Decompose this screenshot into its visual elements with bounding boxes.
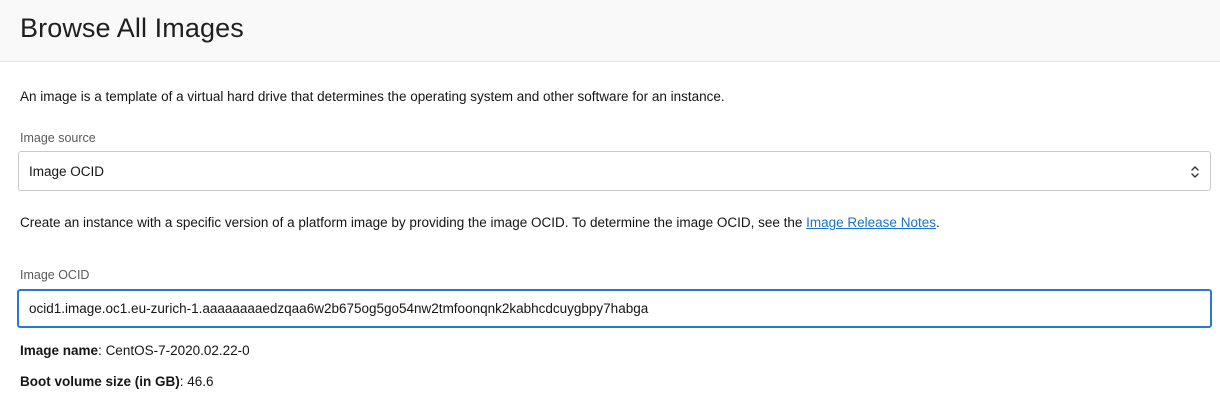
image-source-select[interactable]: Image OCID	[18, 151, 1211, 191]
image-release-notes-link[interactable]: Image Release Notes	[806, 215, 936, 230]
panel-header: Browse All Images	[0, 0, 1220, 62]
ocid-help-text: Create an instance with a specific versi…	[20, 215, 940, 230]
boot-volume-label: Boot volume size (in GB)	[20, 374, 180, 389]
boot-volume-value: 46.6	[187, 374, 214, 389]
ocid-help-text-body: Create an instance with a specific versi…	[20, 215, 807, 230]
page-title: Browse All Images	[20, 13, 244, 43]
image-name-row: Image name: CentOS-7-2020.02.22-0	[20, 343, 250, 358]
page-description: An image is a template of a virtual hard…	[20, 89, 725, 104]
image-ocid-label: Image OCID	[20, 268, 90, 282]
image-source-selected-value: Image OCID	[29, 163, 105, 179]
image-name-label: Image name	[20, 343, 99, 358]
ocid-help-text-suffix: .	[935, 215, 940, 230]
boot-volume-row: Boot volume size (in GB): 46.6	[20, 374, 214, 389]
chevron-up-down-icon	[1191, 166, 1199, 178]
image-ocid-value: ocid1.image.oc1.eu-zurich-1.aaaaaaaaedzq…	[29, 301, 649, 316]
image-ocid-input[interactable]: ocid1.image.oc1.eu-zurich-1.aaaaaaaaedzq…	[17, 289, 1212, 328]
image-name-value: CentOS-7-2020.02.22-0	[105, 343, 250, 358]
browse-images-panel: Browse All Images An image is a template…	[0, 0, 1220, 405]
image-source-label: Image source	[20, 131, 96, 145]
